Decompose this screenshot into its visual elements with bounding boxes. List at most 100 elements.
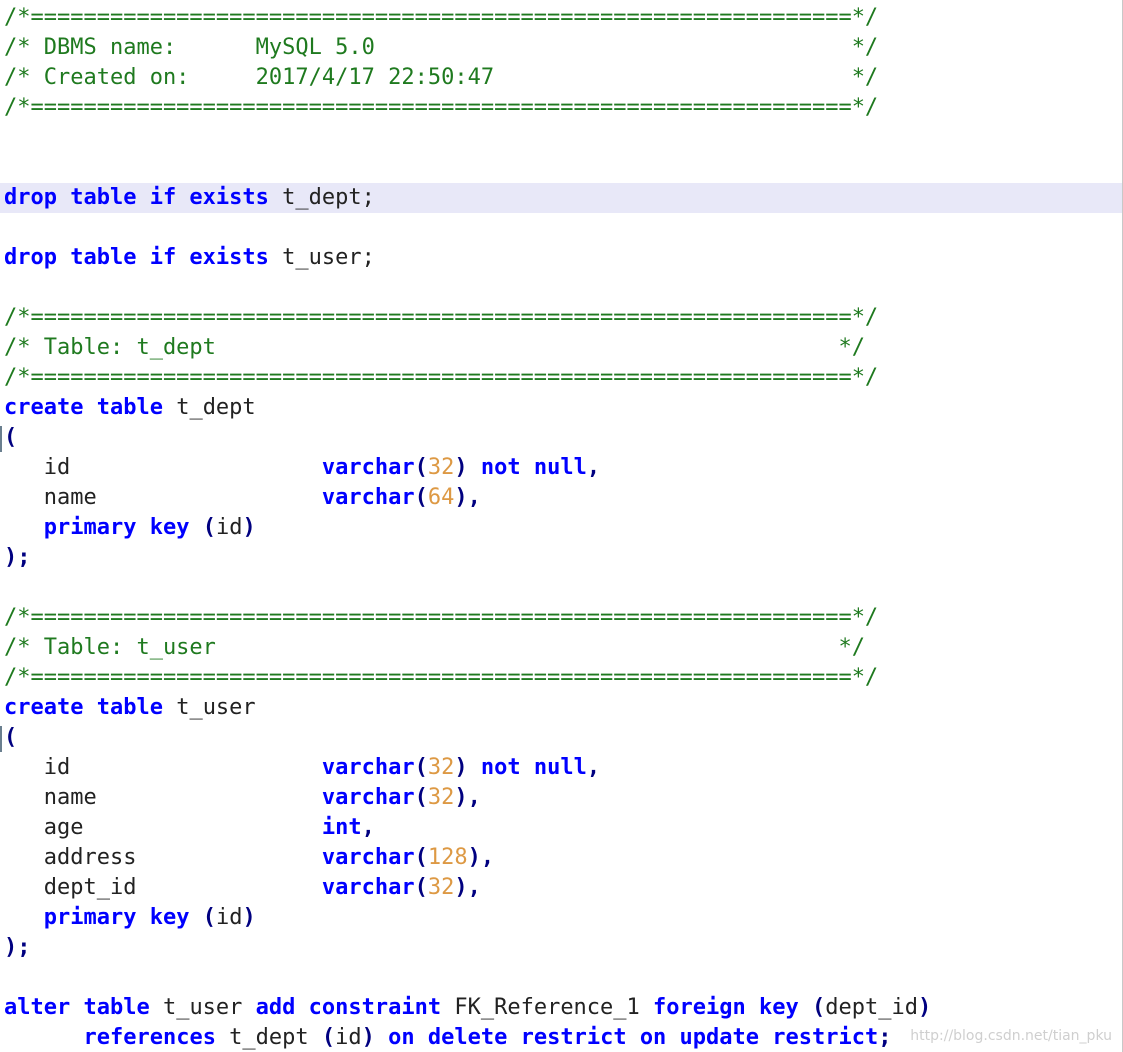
code-line[interactable]: /*======================================… xyxy=(0,663,1122,693)
code-token: t_dept; xyxy=(268,185,375,210)
code-line[interactable]: age int, xyxy=(0,813,1122,843)
code-lines[interactable]: /*======================================… xyxy=(0,3,1122,1052)
code-line[interactable]: primary key (id) xyxy=(0,903,1122,933)
code-token: ( xyxy=(4,725,18,750)
code-token: ( xyxy=(414,755,428,780)
code-line[interactable]: address varchar(128), xyxy=(0,843,1122,873)
code-token: id xyxy=(215,905,243,930)
code-token: ); xyxy=(4,545,31,570)
code-token: ) xyxy=(454,755,468,780)
code-token: address xyxy=(4,845,322,870)
code-token: id xyxy=(335,1025,362,1050)
code-token: , xyxy=(586,455,601,480)
code-line[interactable]: ( xyxy=(0,423,1122,453)
code-token: ( xyxy=(4,425,18,450)
code-token: ), xyxy=(467,845,495,870)
code-token: varchar xyxy=(321,755,415,780)
code-line[interactable]: /*======================================… xyxy=(0,3,1122,33)
code-line[interactable]: /*======================================… xyxy=(0,303,1122,333)
code-line[interactable]: /*======================================… xyxy=(0,363,1122,393)
code-token: name xyxy=(4,485,322,510)
watermark: http://blog.csdn.net/tian_pku xyxy=(910,1028,1112,1044)
code-line[interactable]: /* Table: t_user */ xyxy=(0,633,1122,663)
code-line[interactable]: /* Created on: 2017/4/17 22:50:47 */ xyxy=(0,63,1122,93)
code-line[interactable]: ); xyxy=(0,543,1122,573)
code-token: t_dept xyxy=(215,1025,322,1050)
code-token: /* DBMS name: MySQL 5.0 */ xyxy=(4,35,879,60)
code-token: 32 xyxy=(427,455,455,480)
code-token: t_user xyxy=(162,695,256,720)
code-token: ( xyxy=(202,905,216,930)
code-token: /* Table: t_user */ xyxy=(4,635,865,660)
code-line[interactable]: /*======================================… xyxy=(0,603,1122,633)
code-editor[interactable]: /*======================================… xyxy=(0,0,1123,1052)
code-line[interactable]: id varchar(32) not null, xyxy=(0,753,1122,783)
code-line[interactable]: name varchar(32), xyxy=(0,783,1122,813)
code-line[interactable]: /*======================================… xyxy=(0,93,1122,123)
code-token: int xyxy=(321,815,362,840)
code-token: not null xyxy=(480,455,587,480)
code-token: id xyxy=(215,515,243,540)
code-token: ( xyxy=(414,845,428,870)
code-line[interactable] xyxy=(0,273,1122,303)
code-line[interactable]: create table t_dept xyxy=(0,393,1122,423)
code-token: name xyxy=(4,785,322,810)
code-token: /*======================================… xyxy=(4,305,879,330)
code-token: 32 xyxy=(427,785,455,810)
code-token: create table xyxy=(4,695,163,720)
code-line[interactable]: /* DBMS name: MySQL 5.0 */ xyxy=(0,33,1122,63)
code-line[interactable]: alter table t_user add constraint FK_Ref… xyxy=(0,993,1122,1023)
code-line[interactable]: ); xyxy=(0,933,1122,963)
code-token: 32 xyxy=(427,755,455,780)
code-line[interactable]: create table t_user xyxy=(0,693,1122,723)
code-token: drop table if exists xyxy=(4,245,269,270)
code-line[interactable]: name varchar(64), xyxy=(0,483,1122,513)
code-token: varchar xyxy=(321,455,415,480)
code-token: /*======================================… xyxy=(4,365,879,390)
code-token: t_user; xyxy=(268,245,375,270)
code-token: 32 xyxy=(427,875,455,900)
code-token: create table xyxy=(4,395,163,420)
code-line[interactable]: ( xyxy=(0,723,1122,753)
code-token: /*======================================… xyxy=(4,665,879,690)
code-line[interactable] xyxy=(0,213,1122,243)
code-token: ( xyxy=(414,875,428,900)
code-token: add constraint xyxy=(255,995,442,1020)
code-token: , xyxy=(361,815,375,840)
code-token: drop table if exists xyxy=(4,185,269,210)
code-token: dept_id xyxy=(825,995,918,1020)
code-token: ) xyxy=(454,455,468,480)
code-token: ( xyxy=(321,1025,336,1050)
fold-marker xyxy=(0,726,2,752)
fold-marker xyxy=(0,426,2,452)
code-token: dept_id xyxy=(4,875,322,900)
code-line[interactable] xyxy=(0,153,1122,183)
code-token: /*======================================… xyxy=(4,5,879,30)
code-line[interactable] xyxy=(0,963,1122,993)
code-token: ) xyxy=(242,905,256,930)
code-line[interactable] xyxy=(0,123,1122,153)
code-token: ) xyxy=(361,1025,375,1050)
code-line[interactable] xyxy=(0,573,1122,603)
code-line[interactable]: id varchar(32) not null, xyxy=(0,453,1122,483)
code-token: on delete restrict on update restrict xyxy=(388,1025,879,1050)
code-token: primary key xyxy=(43,515,190,540)
code-token: varchar xyxy=(321,875,415,900)
code-token: t_dept xyxy=(162,395,256,420)
code-line[interactable]: dept_id varchar(32), xyxy=(0,873,1122,903)
code-line[interactable]: drop table if exists t_user; xyxy=(0,243,1122,273)
code-line[interactable]: primary key (id) xyxy=(0,513,1122,543)
code-token: alter table xyxy=(4,995,150,1020)
code-line[interactable]: drop table if exists t_dept; xyxy=(0,183,1122,213)
code-token: ) xyxy=(917,995,932,1020)
code-line[interactable]: /* Table: t_dept */ xyxy=(0,333,1122,363)
code-token: ), xyxy=(454,785,481,810)
